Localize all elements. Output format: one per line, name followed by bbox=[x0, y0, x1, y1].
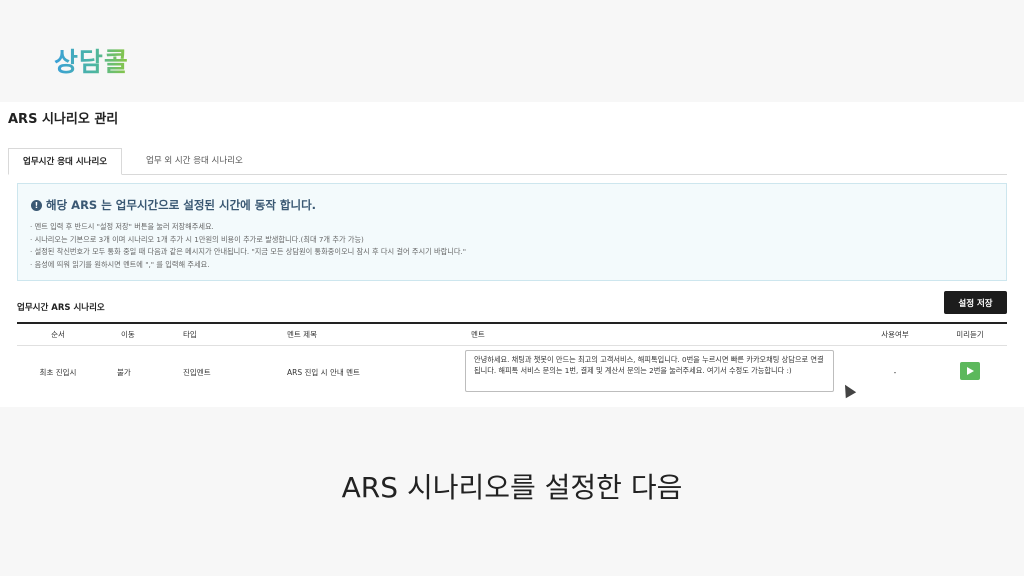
header-usage: 사용여부 bbox=[881, 330, 909, 339]
notice-title: ! 해당 ARS 는 업무시간으로 설정된 시간에 동작 합니다. bbox=[31, 197, 316, 213]
notice-list: 멘트 입력 후 반드시 "설정 저장" 버튼을 눌러 저장해주세요. 시나리오는… bbox=[30, 221, 467, 272]
table-row: 최초 진입시 불가 진입멘트 ARS 진입 시 안내 멘트 안녕하세요. 채팅과… bbox=[17, 346, 1007, 399]
tab-after-hours[interactable]: 업무 외 시간 응대 시나리오 bbox=[132, 148, 257, 174]
header-move: 이동 bbox=[121, 330, 135, 339]
video-caption: ARS 시나리오를 설정한 다음 bbox=[341, 471, 683, 504]
row-move: 불가 bbox=[117, 367, 131, 377]
row-usage: - bbox=[893, 367, 897, 377]
header-order: 순서 bbox=[51, 330, 65, 339]
save-settings-button[interactable]: 설정 저장 bbox=[944, 291, 1007, 314]
notice-box: ! 해당 ARS 는 업무시간으로 설정된 시간에 동작 합니다. 멘트 입력 후… bbox=[17, 183, 1007, 281]
notice-item: 멘트 입력 후 반드시 "설정 저장" 버튼을 눌러 저장해주세요. bbox=[30, 221, 466, 234]
section-title: 업무시간 ARS 시나리오 bbox=[17, 303, 105, 313]
row-order: 최초 진입시 bbox=[39, 367, 77, 377]
play-icon[interactable] bbox=[960, 362, 980, 380]
tab-business-hours[interactable]: 업무시간 응대 시나리오 bbox=[8, 148, 123, 175]
row-preview-cell bbox=[933, 346, 1007, 399]
scenario-table: 순서 이동 타입 멘트 제목 멘트 사용여부 미리듣기 최초 진입시 불가 진입… bbox=[17, 322, 1007, 398]
main-panel: ARS 시나리오 관리 업무시간 응대 시나리오 업무 외 시간 응대 시나리오… bbox=[0, 102, 1024, 407]
row-title: ARS 진입 시 안내 멘트 bbox=[287, 367, 360, 377]
notice-item: 음성에 띄워 읽기를 원하시면 멘트에 "," 를 입력해 주세요. bbox=[30, 259, 466, 272]
row-comment-cell: 안녕하세요. 채팅과 챗봇이 만드는 최고의 고객서비스, 해피톡입니다. 0번… bbox=[465, 346, 857, 399]
header-title: 멘트 제목 bbox=[287, 330, 317, 339]
row-type: 진입멘트 bbox=[183, 367, 211, 377]
notice-title-text: 해당 ARS 는 업무시간으로 설정된 시간에 동작 합니다. bbox=[46, 198, 317, 212]
notice-item: 설정된 착신번호가 모두 통화 중일 때 다음과 같은 메시지가 안내됩니다. … bbox=[30, 246, 467, 259]
header-preview: 미리듣기 bbox=[956, 330, 984, 339]
header-comment: 멘트 bbox=[471, 330, 485, 339]
tab-bar: 업무시간 응대 시나리오 업무 외 시간 응대 시나리오 bbox=[8, 148, 1007, 175]
page-title: ARS 시나리오 관리 bbox=[8, 112, 119, 127]
notice-item: 시나리오는 기본으로 3개 이며 시나리오 1개 추가 시 1만원의 비용이 추… bbox=[30, 234, 466, 247]
info-icon: ! bbox=[31, 200, 42, 211]
comment-textarea[interactable]: 안녕하세요. 채팅과 챗봇이 만드는 최고의 고객서비스, 해피톡입니다. 0번… bbox=[465, 350, 834, 392]
table-header-row: 순서 이동 타입 멘트 제목 멘트 사용여부 미리듣기 bbox=[17, 323, 1007, 346]
brand-logo: 상담콜 bbox=[54, 42, 129, 79]
header-type: 타입 bbox=[183, 330, 197, 339]
